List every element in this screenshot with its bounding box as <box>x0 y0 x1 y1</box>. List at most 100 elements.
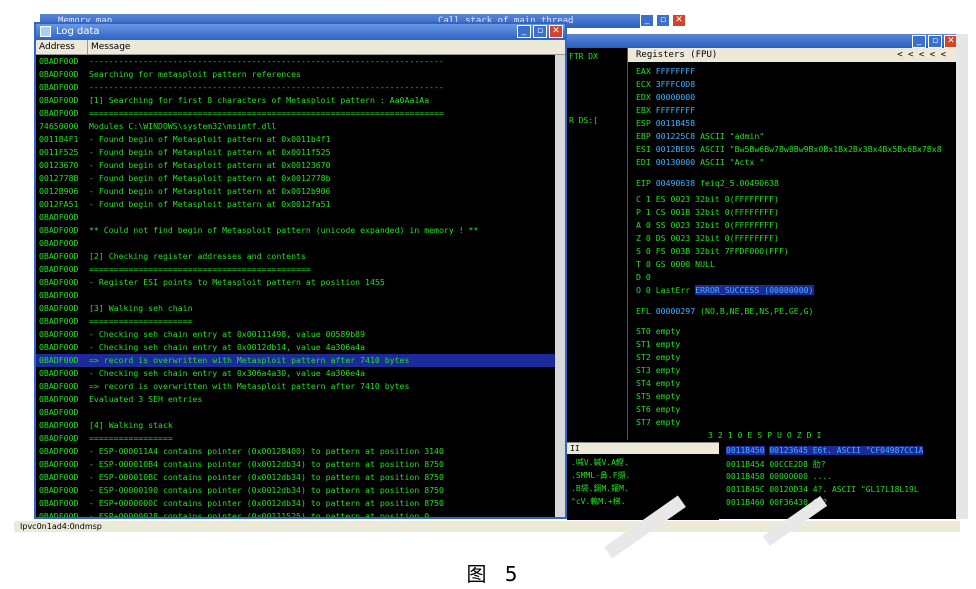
log-row[interactable]: 0BADF00D => record is overwritten with M… <box>36 354 555 367</box>
dump-row[interactable]: .SMML-鼻.F擷. <box>571 470 630 481</box>
log-row[interactable]: 0012778B - Found begin of Metasploit pat… <box>36 172 555 185</box>
log-row[interactable]: 0BADF00D ===================== <box>36 315 555 328</box>
register-line[interactable]: ST7 empty <box>636 417 680 427</box>
log-row-address: 0BADF00D <box>39 277 79 287</box>
dump-row[interactable]: .B袋.鋼M.鑵M. <box>571 483 629 494</box>
register-comment: ST7 empty <box>636 417 681 427</box>
log-row[interactable]: 0BADF00D <box>36 211 555 224</box>
register-line[interactable]: EAX FFFFFFFF <box>636 66 695 76</box>
stack-row[interactable]: 0011B45C 00120D34 4?. ASCII "GL17L18L19L <box>726 485 919 494</box>
register-line[interactable]: EFL 00000297 (NO,B,NE,BE,NS,PE,GE,G) <box>636 306 813 316</box>
stack-row[interactable]: 0011B454 00CCE2D8 肋? <box>726 459 826 470</box>
stack-row[interactable]: 0011B450 00123645 E6t. ASCII "CF04987CC1… <box>726 446 924 455</box>
register-line[interactable]: O 0 LastErr ERROR_SUCCESS (00000000) <box>636 285 814 295</box>
log-row[interactable]: 0BADF00D - ESP-000010B4 contains pointer… <box>36 458 555 471</box>
register-value: 00000297 <box>655 306 696 316</box>
log-row[interactable]: 0BADF00D --------------------------------… <box>36 55 555 68</box>
register-line[interactable]: ST0 empty <box>636 326 680 336</box>
log-row[interactable]: 0BADF00D [1] Searching for first 8 charac… <box>36 94 555 107</box>
log-row[interactable]: 0012FA51 - Found begin of Metasploit pat… <box>36 198 555 211</box>
log-row[interactable]: 0BADF00D - ESP-000010BC contains pointer… <box>36 471 555 484</box>
log-row[interactable]: 0BADF00D <box>36 289 555 302</box>
log-scrollbar[interactable] <box>555 55 565 517</box>
log-row[interactable]: 0BADF00D [3] Walking seh chain <box>36 302 555 315</box>
register-line[interactable]: ESI 0012BE05 ASCII "Bw5Bw6Bw7Bw8Bw9Bx0Bx… <box>636 144 942 154</box>
log-row-message: - Register ESI points to Metasploit patt… <box>89 277 385 287</box>
register-line[interactable]: ST3 empty <box>636 365 680 375</box>
log-row[interactable]: 0BADF00D Searching for metasploit pattern… <box>36 68 555 81</box>
log-row[interactable]: 0BADF00D <box>36 406 555 419</box>
close-icon[interactable]: ✕ <box>672 14 686 27</box>
registers-nav-arrows[interactable]: < < < < < <box>897 48 946 62</box>
log-row[interactable]: 74650000 Modules C:\WINDOWS\system32\msim… <box>36 120 555 133</box>
registers-header[interactable]: Registers (FPU) < < < < < <box>628 48 956 62</box>
minimize-icon[interactable]: _ <box>912 35 926 48</box>
register-line[interactable]: EIP 00490638 feiq2_5.00490638 <box>636 178 779 188</box>
restore-icon[interactable]: ▫ <box>928 35 942 48</box>
log-row[interactable]: 0BADF00D - Checking seh chain entry at 0… <box>36 328 555 341</box>
register-name: S 0 <box>636 246 651 256</box>
log-row[interactable]: 0BADF00D ================= <box>36 432 555 445</box>
log-row[interactable]: 0BADF00D - Register ESI points to Metasp… <box>36 276 555 289</box>
log-row[interactable]: 0BADF00D - Checking seh chain entry at 0… <box>36 367 555 380</box>
log-row[interactable]: 0BADF00D ================================… <box>36 263 555 276</box>
register-line[interactable]: 3 2 1 0 E S P U O Z D I <box>708 430 821 440</box>
log-row[interactable]: 0BADF00D ** Could not find begin of Meta… <box>36 224 555 237</box>
log-row[interactable]: 0BADF00D - ESP+00000028 contains pointer… <box>36 510 555 517</box>
log-row[interactable]: 0BADF00D - Checking seh chain entry at 0… <box>36 341 555 354</box>
column-header-address[interactable]: Address <box>36 40 88 54</box>
register-line[interactable]: S 0 FS 003B 32bit 7FFDF000(FFF) <box>636 246 789 256</box>
register-line[interactable]: EBX FFFFFFFF <box>636 105 695 115</box>
stack-pane[interactable]: 0011B450 00123645 E6t. ASCII "CF04987CC1… <box>722 442 956 519</box>
register-line[interactable]: C 1 ES 0023 32bit 0(FFFFFFFF) <box>636 194 779 204</box>
log-row[interactable]: 0011F525 - Found begin of Metasploit pat… <box>36 146 555 159</box>
register-line[interactable]: ST5 empty <box>636 391 680 401</box>
register-line[interactable]: A 0 SS 0023 32bit 0(FFFFFFFF) <box>636 220 779 230</box>
log-row[interactable]: 0BADF00D - ESP-00000190 contains pointer… <box>36 484 555 497</box>
log-row[interactable]: 0BADF00D --------------------------------… <box>36 81 555 94</box>
cpu-scrollbar[interactable] <box>956 34 968 519</box>
log-row[interactable]: 0BADF00D [4] Walking stack <box>36 419 555 432</box>
register-line[interactable]: EDI 00130000 ASCII "Actx " <box>636 157 764 167</box>
column-header-message[interactable]: Message <box>88 40 565 54</box>
register-line[interactable]: ESP 0011B458 <box>636 118 695 128</box>
log-row[interactable]: 0BADF00D [2] Checking register addresses … <box>36 250 555 263</box>
register-line[interactable]: ST1 empty <box>636 339 680 349</box>
register-line[interactable]: ST2 empty <box>636 352 680 362</box>
register-line[interactable]: ST6 empty <box>636 404 680 414</box>
log-titlebar[interactable]: Log data _ ▫ ✕ <box>36 24 565 40</box>
log-row[interactable]: 0BADF00D - ESP-000011A4 contains pointer… <box>36 445 555 458</box>
log-row[interactable]: 0BADF00D <box>36 237 555 250</box>
register-line[interactable]: ECX 3FFFC0D8 <box>636 79 695 89</box>
register-line[interactable]: ST4 empty <box>636 378 680 388</box>
log-row-address: 0BADF00D <box>39 459 79 469</box>
dump-pane[interactable]: II .喊V.鍼V.A鰹. .SMML-鼻.F擷. .B袋.鋼M.鑵M. ^cV.鶇M… <box>567 442 719 520</box>
log-row[interactable]: 0012B906 - Found begin of Metasploit pat… <box>36 185 555 198</box>
close-icon[interactable]: ✕ <box>549 25 563 38</box>
dump-row[interactable]: .喊V.鍼V.A鰹. <box>571 457 629 468</box>
register-line[interactable]: EDX 00000000 <box>636 92 695 102</box>
register-line[interactable]: P 1 CS 001B 32bit 0(FFFFFFFF) <box>636 207 779 217</box>
log-row[interactable]: 0BADF00D - ESP+0000000C contains pointer… <box>36 497 555 510</box>
register-line[interactable]: T 0 GS 0000 NULL <box>636 259 715 269</box>
cpu-titlebar[interactable] <box>567 34 956 48</box>
restore-icon[interactable]: ▫ <box>656 14 670 27</box>
log-row[interactable]: 0011B4F1 - Found begin of Metasploit pat… <box>36 133 555 146</box>
disasm-pane[interactable]: FTR DX R DS:[ <box>567 48 628 440</box>
log-row[interactable]: 0BADF00D Evaluated 3 SEH entries <box>36 393 555 406</box>
register-comment: ST6 empty <box>636 404 681 414</box>
log-row[interactable]: 0BADF00D ================================… <box>36 107 555 120</box>
dump-row[interactable]: ^cV.鶇M.+梯. <box>571 496 626 507</box>
log-row[interactable]: 00123670 - Found begin of Metasploit pat… <box>36 159 555 172</box>
register-line[interactable]: D 0 <box>636 272 651 282</box>
minimize-icon[interactable]: _ <box>640 14 654 27</box>
register-line[interactable]: Z 0 DS 0023 32bit 0(FFFFFFFF) <box>636 233 779 243</box>
log-row-message: => record is overwritten with Metasploit… <box>89 355 410 365</box>
restore-icon[interactable]: ▫ <box>533 25 547 38</box>
minimize-icon[interactable]: _ <box>517 25 531 38</box>
register-comment: SS 0023 32bit 0(FFFFFFFF) <box>655 220 779 230</box>
log-row[interactable]: 0BADF00D => record is overwritten with M… <box>36 380 555 393</box>
stack-row[interactable]: 0011B458 00000000 .... <box>726 472 832 481</box>
register-line[interactable]: EBP 001225C8 ASCII "admin" <box>636 131 764 141</box>
registers-pane[interactable]: Registers (FPU) < < < < < EAX FFFFFFFF E… <box>628 48 956 440</box>
